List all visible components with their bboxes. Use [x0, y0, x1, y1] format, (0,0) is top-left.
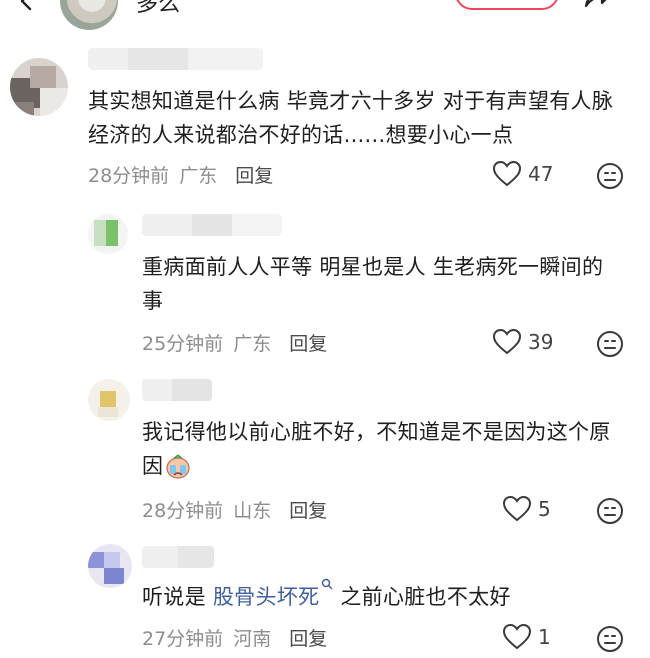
heart-icon: [502, 495, 532, 522]
comment-meta: 25分钟前 广东 回复: [142, 329, 327, 356]
crying-emoji-icon: [166, 454, 190, 479]
like-count: 5: [538, 496, 551, 521]
comment-text: 重病面前人人平等 明星也是人 生老病死一瞬间的事: [142, 255, 604, 313]
avatar[interactable]: [88, 379, 130, 421]
comment-location: 广东: [179, 165, 218, 187]
username-blurred[interactable]: [142, 546, 214, 568]
comment-time: 28分钟前: [88, 165, 170, 187]
like-count: 39: [528, 329, 554, 354]
chevron-left-icon[interactable]: [16, 0, 38, 12]
search-link[interactable]: 股骨头坏死: [213, 585, 320, 609]
reply-button[interactable]: 回复: [289, 628, 327, 650]
follow-button[interactable]: 关注: [455, 0, 559, 10]
comment-meta: 28分钟前 广东 回复: [88, 161, 273, 188]
comment-location: 河南: [233, 628, 272, 650]
smiley-icon[interactable]: [596, 497, 624, 525]
reply-button[interactable]: 回复: [289, 333, 327, 355]
like-count: 1: [538, 624, 551, 649]
comment-text: 我记得他以前心脏不好，不知道是不是因为这个原因: [142, 415, 622, 483]
like-button[interactable]: 47: [492, 160, 553, 187]
comment-meta: 27分钟前 河南 回复: [142, 624, 327, 651]
comment-text-prefix: 听说是: [142, 585, 213, 609]
smiley-icon[interactable]: [596, 625, 624, 653]
smiley-icon[interactable]: [596, 330, 624, 358]
comment-text: 其实想知道是什么病 毕竟才六十多岁 对于有声望有人脉经济的人来说都治不好的话..…: [88, 89, 614, 147]
username-blurred[interactable]: [142, 214, 282, 236]
avatar[interactable]: [88, 544, 132, 588]
like-button[interactable]: 5: [502, 495, 551, 522]
author-avatar[interactable]: [60, 0, 118, 30]
comment-time: 27分钟前: [142, 628, 224, 650]
comment-text-suffix: 之前心脏也不太好: [333, 585, 511, 609]
comment-text-content: 我记得他以前心脏不好，不知道是不是因为这个原因: [142, 420, 611, 478]
comment-location: 山东: [233, 500, 272, 522]
avatar[interactable]: [88, 214, 128, 254]
share-icon[interactable]: [583, 0, 613, 8]
comment-time: 25分钟前: [142, 333, 224, 355]
smiley-icon[interactable]: [596, 162, 624, 190]
comment-time: 28分钟前: [142, 500, 224, 522]
heart-icon: [502, 623, 532, 650]
author-name[interactable]: 多么: [136, 0, 180, 18]
search-icon[interactable]: [321, 578, 333, 592]
comment-item: 其实想知道是什么病 毕竟才六十多岁 对于有声望有人脉经济的人来说都治不好的话..…: [0, 40, 650, 200]
comment-text: 听说是 股骨头坏死 之前心脏也不太好: [142, 578, 622, 614]
reply-item: 我记得他以前心脏不好，不知道是不是因为这个原因 28分钟前 山东 回复 5: [0, 375, 650, 535]
reply-button[interactable]: 回复: [235, 165, 273, 187]
reply-button[interactable]: 回复: [289, 500, 327, 522]
comment-location: 广东: [233, 333, 272, 355]
like-count: 47: [528, 161, 554, 186]
top-bar: 多么 关注: [0, 0, 650, 30]
avatar[interactable]: [10, 58, 68, 116]
username-blurred[interactable]: [142, 379, 212, 401]
like-button[interactable]: 1: [502, 623, 551, 650]
reply-item: 听说是 股骨头坏死 之前心脏也不太好 27分钟前 河南 回复 1: [0, 540, 650, 658]
heart-icon: [492, 160, 522, 187]
comment-meta: 28分钟前 山东 回复: [142, 496, 327, 523]
heart-icon: [492, 328, 522, 355]
reply-item: 重病面前人人平等 明星也是人 生老病死一瞬间的事 25分钟前 广东 回复 39: [0, 208, 650, 368]
username-blurred[interactable]: [88, 48, 263, 70]
like-button[interactable]: 39: [492, 328, 553, 355]
